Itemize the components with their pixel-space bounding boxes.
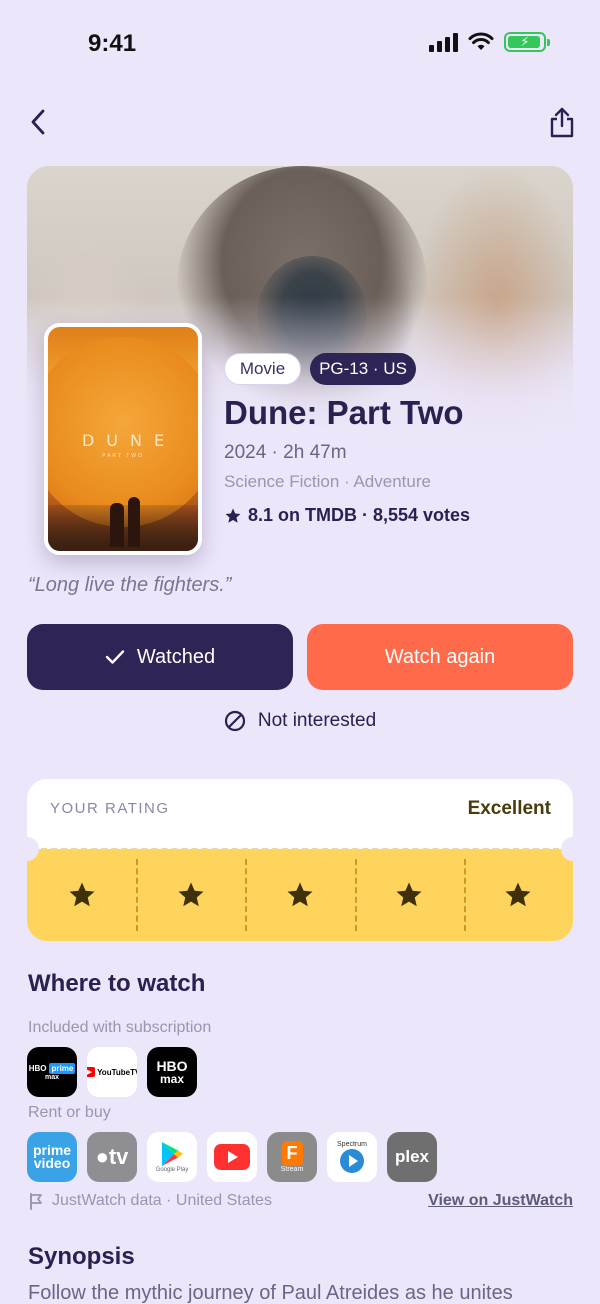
back-button[interactable]: [16, 100, 60, 144]
rent-or-buy-label: Rent or buy: [28, 1104, 111, 1121]
prohibited-icon: [224, 710, 245, 732]
not-interested-label: Not interested: [257, 710, 377, 731]
watched-button[interactable]: Watched: [27, 624, 293, 690]
star-icon: [396, 882, 422, 907]
provider-plex[interactable]: plex: [387, 1132, 437, 1182]
tmdb-score-text: 8.1 on TMDB · 8,554 votes: [248, 505, 471, 525]
star-icon: [178, 882, 204, 907]
view-on-justwatch-link[interactable]: View on JustWatch: [428, 1192, 573, 1210]
star-4-button[interactable]: [354, 849, 464, 941]
synopsis-title: Synopsis: [28, 1243, 135, 1270]
poster-subtitle: PART TWO: [102, 453, 144, 459]
tagline: “Long live the fighters.”: [28, 574, 232, 596]
age-rating-chip: PG-13 · US: [310, 353, 416, 385]
provider-youtube-tv[interactable]: ▶ YouTubeTV: [87, 1047, 137, 1097]
rating-card: YOUR RATING Excellent: [27, 779, 573, 941]
play-circle-icon: [340, 1148, 364, 1173]
subscription-label: Included with subscription: [28, 1019, 212, 1036]
status-time: 9:41: [88, 30, 137, 57]
star-icon: [69, 882, 95, 907]
movie-genres: Science Fiction · Adventure: [224, 472, 431, 491]
watch-again-label: Watch again: [384, 645, 496, 668]
google-play-icon: [162, 1142, 183, 1166]
where-to-watch-title: Where to watch: [28, 970, 206, 997]
youtube-icon: [214, 1144, 250, 1170]
flag-icon: [30, 1193, 42, 1210]
provider-hbomax-amazon[interactable]: HBO prime max: [27, 1047, 77, 1097]
star-1-button[interactable]: [27, 849, 136, 941]
star-rating: [27, 849, 573, 941]
type-chip: Movie: [224, 353, 301, 385]
justwatch-row: JustWatch data · United States View on J…: [28, 1192, 573, 1210]
rating-value: Excellent: [467, 798, 551, 819]
provider-youtube[interactable]: [207, 1132, 257, 1182]
share-icon: [550, 107, 574, 138]
provider-fandango[interactable]: F Stream: [267, 1132, 317, 1182]
provider-apple-tv[interactable]: ●tv: [87, 1132, 137, 1182]
provider-spectrum[interactable]: Spectrum: [327, 1132, 377, 1182]
star-3-button[interactable]: [245, 849, 354, 941]
poster-title: DUNE: [81, 431, 177, 450]
status-icons: ⚡: [429, 32, 550, 52]
tmdb-score: 8.1 on TMDB · 8,554 votes: [224, 505, 470, 526]
not-interested-button[interactable]: Not interested: [0, 710, 600, 732]
star-icon: [287, 882, 313, 907]
wifi-icon: [468, 32, 494, 50]
star-icon: [505, 882, 531, 907]
share-button[interactable]: [540, 100, 584, 144]
justwatch-source-text: JustWatch data · United States: [52, 1192, 272, 1209]
checkmark-icon: [105, 650, 125, 664]
battery-charging-icon: ⚡: [504, 32, 550, 52]
cellular-signal-icon: [429, 32, 458, 52]
provider-prime-video[interactable]: prime video: [27, 1132, 77, 1182]
movie-title: Dune: Part Two: [224, 394, 464, 431]
chevron-left-icon: [31, 109, 45, 135]
star-icon: [225, 508, 241, 523]
poster-image: DUNE PART TWO: [44, 323, 202, 555]
status-bar: 9:41 ⚡: [0, 0, 600, 90]
movie-meta: 2024 · 2h 47m: [224, 442, 347, 463]
rating-label: YOUR RATING: [50, 800, 170, 817]
synopsis-text: Follow the mythic journey of Paul Atreid…: [28, 1282, 513, 1304]
provider-google-play[interactable]: Google Play: [147, 1132, 197, 1182]
justwatch-source: JustWatch data · United States: [28, 1192, 272, 1210]
provider-hbo-max[interactable]: HBO max: [147, 1047, 197, 1097]
star-2-button[interactable]: [136, 849, 245, 941]
watched-label: Watched: [136, 645, 216, 668]
watch-again-button[interactable]: Watch again: [307, 624, 573, 690]
star-5-button[interactable]: [463, 849, 573, 941]
